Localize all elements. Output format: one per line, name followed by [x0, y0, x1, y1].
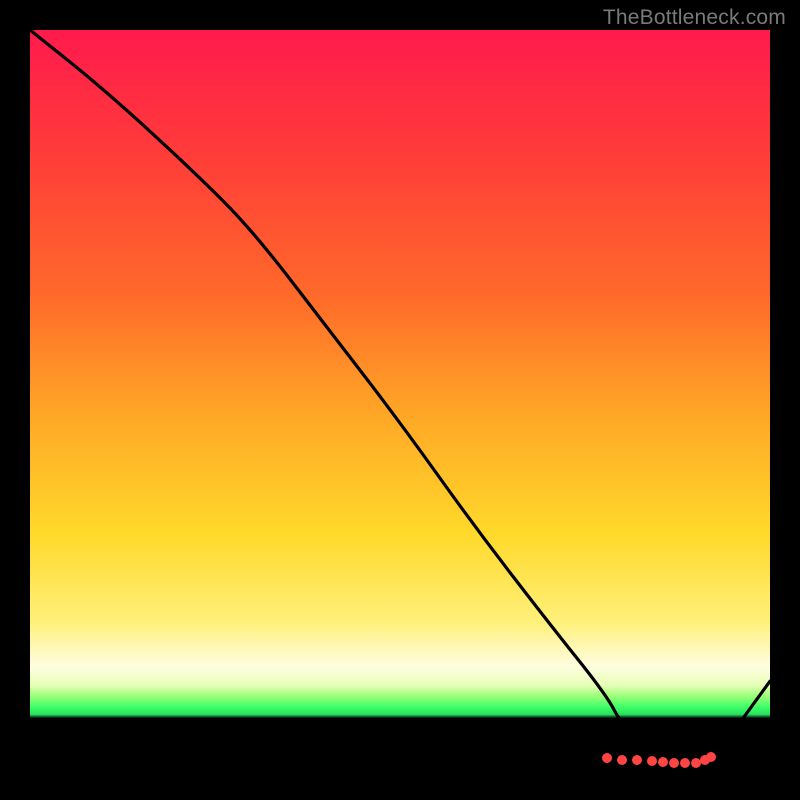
data-marker	[669, 758, 679, 768]
chart-stage: TheBottleneck.com	[0, 0, 800, 800]
data-marker	[632, 755, 642, 765]
data-marker	[647, 756, 657, 766]
line-svg	[30, 30, 770, 770]
data-marker	[680, 758, 690, 768]
data-marker	[706, 752, 716, 762]
watermark-label: TheBottleneck.com	[603, 6, 786, 30]
series-curve	[30, 30, 770, 763]
data-marker	[617, 755, 627, 765]
plot-area	[30, 30, 770, 770]
data-marker	[602, 753, 612, 763]
data-marker	[658, 757, 668, 767]
